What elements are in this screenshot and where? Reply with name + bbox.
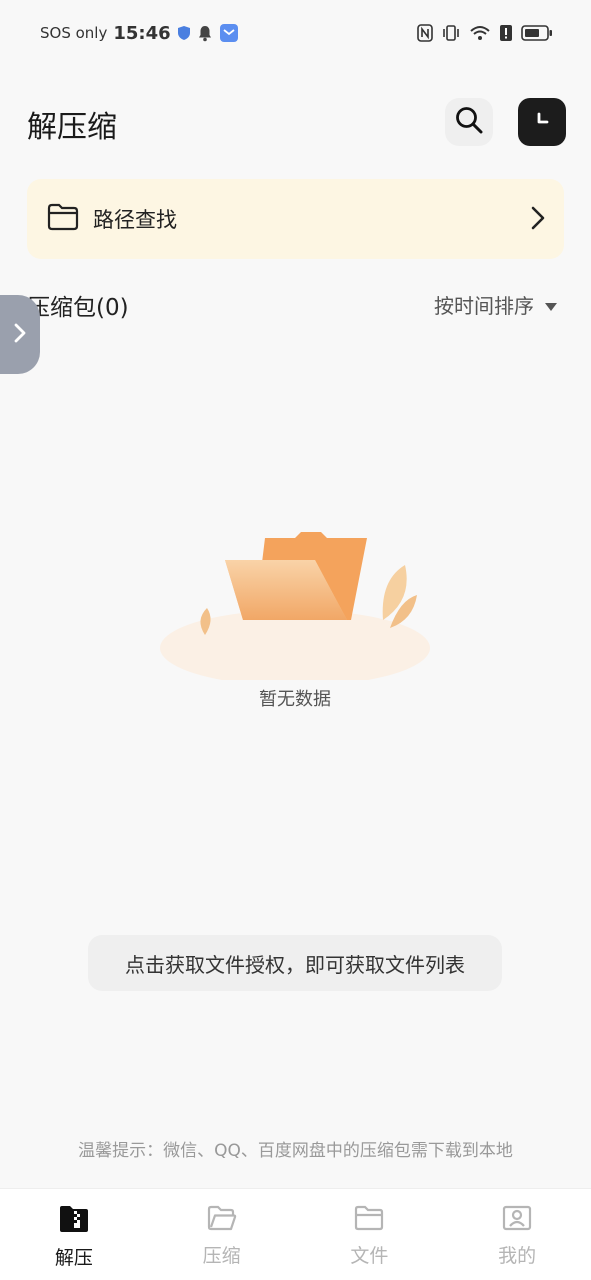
path-lookup-card[interactable]: 路径查找	[27, 179, 564, 259]
zip-archive-icon	[59, 1205, 89, 1237]
tab-label: 我的	[498, 1245, 537, 1267]
status-left: SOS only 15:46	[40, 23, 239, 44]
search-icon	[454, 105, 484, 139]
tab-files[interactable]: 文件	[296, 1189, 444, 1280]
page-title: 解压缩	[27, 110, 117, 145]
bell-icon	[197, 25, 213, 42]
status-bar: SOS only 15:46	[0, 0, 591, 66]
clock-text: 15:46	[113, 22, 171, 44]
sort-dropdown[interactable]: 按时间排序	[434, 290, 558, 319]
tab-decompress[interactable]: 解压	[0, 1189, 148, 1280]
profile-icon	[502, 1205, 532, 1235]
folder-open-icon	[207, 1205, 237, 1235]
path-lookup-label: 路径查找	[93, 208, 177, 232]
archive-section-header: 压缩包(0) 按时间排序	[27, 284, 564, 324]
caret-down-icon	[544, 293, 558, 317]
file-permission-label: 点击获取文件授权，即可获取文件列表	[125, 952, 465, 977]
folder-icon	[354, 1205, 384, 1235]
bottom-tab-bar: 解压 压缩 文件 我的	[0, 1188, 591, 1280]
battery-icon	[521, 24, 553, 42]
message-app-icon	[219, 23, 239, 43]
archive-count-title: 压缩包(0)	[27, 295, 129, 321]
sort-label: 按时间排序	[434, 294, 534, 318]
empty-folder-illustration	[160, 532, 430, 686]
folder-icon	[47, 203, 79, 235]
tab-compress[interactable]: 压缩	[148, 1189, 296, 1280]
history-button[interactable]	[518, 98, 566, 146]
status-right	[417, 24, 553, 42]
side-drawer-tab[interactable]	[0, 295, 40, 374]
tab-label: 压缩	[202, 1245, 241, 1267]
tab-label: 文件	[350, 1245, 389, 1267]
clock-icon	[530, 108, 554, 136]
footer-tip: 温馨提示：微信、QQ、百度网盘中的压缩包需下载到本地	[78, 1141, 513, 1161]
file-permission-button[interactable]: 点击获取文件授权，即可获取文件列表	[88, 935, 502, 991]
alert-icon	[499, 24, 513, 42]
wifi-icon	[469, 24, 491, 42]
nfc-icon	[417, 24, 433, 42]
chevron-right-icon	[530, 205, 546, 235]
chevron-right-icon	[13, 322, 27, 348]
carrier-text: SOS only	[40, 24, 108, 42]
tab-label: 解压	[54, 1247, 93, 1269]
empty-state: 暂无数据	[155, 520, 435, 720]
search-button[interactable]	[445, 98, 493, 146]
shield-icon	[177, 25, 191, 41]
empty-state-text: 暂无数据	[259, 689, 331, 710]
vibrate-icon	[441, 24, 461, 42]
tab-mine[interactable]: 我的	[443, 1189, 591, 1280]
app-header: 解压缩	[0, 96, 591, 148]
